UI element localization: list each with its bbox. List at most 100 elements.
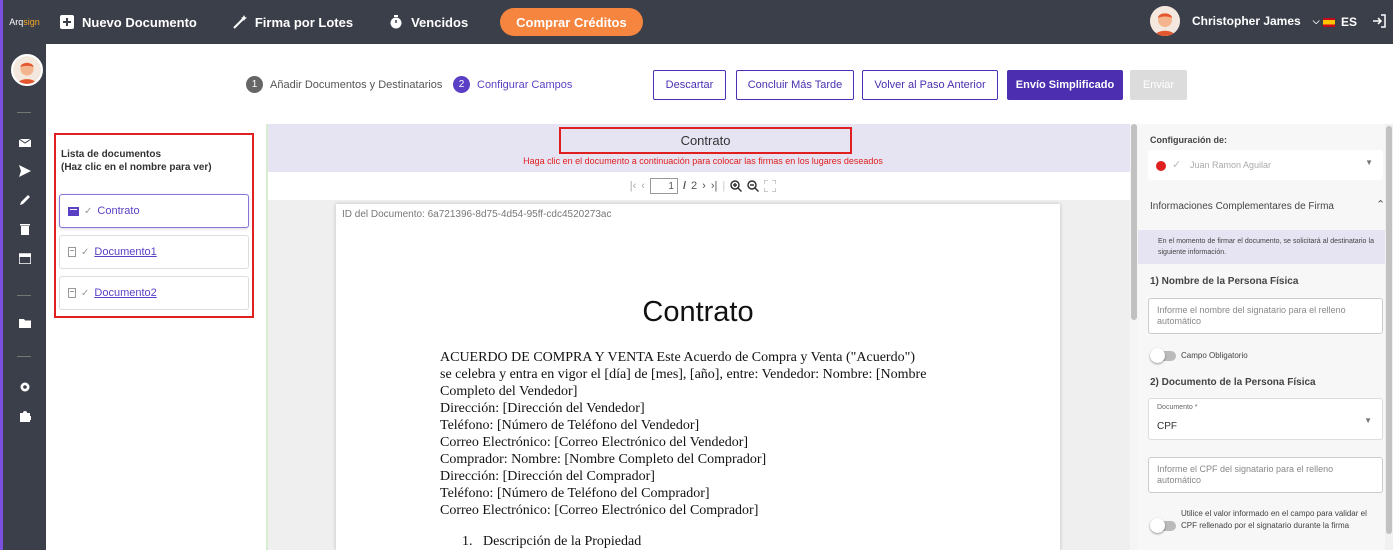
new-document-label: Nuevo Documento: [82, 14, 197, 30]
prev-page-icon[interactable]: ‹: [641, 180, 645, 192]
plus-square-icon: [60, 15, 74, 29]
info-text: En el momento de firmar el documento, se…: [1158, 238, 1374, 256]
puzzle-icon[interactable]: [19, 410, 31, 422]
batch-sign-button[interactable]: Firma por Lotes: [233, 15, 353, 30]
zoom-out-icon[interactable]: [747, 180, 760, 192]
dropdown-arrow-icon: ▼: [1364, 416, 1372, 425]
document-item-label[interactable]: Documento1: [94, 246, 156, 258]
expired-button[interactable]: Vencidos: [389, 15, 468, 30]
new-document-button[interactable]: Nuevo Documento: [60, 15, 197, 30]
body-line: Correo Electrónico: [Correo Electrónico …: [440, 435, 749, 450]
document-type-label: Documento *: [1157, 404, 1198, 411]
expired-label: Vencidos: [411, 14, 469, 30]
batch-sign-label: Firma por Lotes: [254, 14, 354, 30]
user-menu[interactable]: Christopher James ⌵: [1150, 6, 1320, 36]
step-label: Añadir Documentos y Destinatarios: [270, 78, 443, 91]
document-item-label: Contrato: [97, 205, 140, 217]
document-icon: [68, 206, 79, 216]
panel-scrollbar[interactable]: [1385, 124, 1393, 550]
viewer-scrollbar[interactable]: [1130, 124, 1138, 550]
finish-later-button[interactable]: Concluir Más Tarde: [736, 70, 854, 100]
document-list-panel: Lista de documentos (Haz clic en el nomb…: [54, 133, 254, 318]
rail-divider: [17, 295, 31, 296]
validate-label: Utilice el valor informado en el campo p…: [1181, 509, 1367, 530]
check-icon: ✓: [81, 287, 90, 299]
field2-title: 2) Documento de la Persona Física: [1150, 377, 1316, 388]
rail-divider: [17, 112, 31, 113]
document-icon: [68, 288, 76, 298]
placement-hint: Haga clic en el documento a continuación…: [523, 156, 883, 166]
simplified-send-button[interactable]: Envío Simplificado: [1007, 70, 1123, 100]
cpf-autofill-input[interactable]: Informe el CPF del signatario para el re…: [1148, 457, 1383, 493]
top-bar: Arq sign Nuevo Documento Firma por Lotes …: [0, 0, 1393, 44]
stopwatch-icon: [390, 15, 402, 29]
step-add-documents[interactable]: 1 Añadir Documentos y Destinatarios: [246, 76, 442, 93]
page-number-input[interactable]: 1: [649, 178, 678, 194]
gear-icon[interactable]: [19, 381, 31, 393]
document-item-documento2[interactable]: ✓ Documento2: [59, 276, 249, 310]
document-heading: Contrato: [642, 296, 754, 328]
document-list-title-line: Lista de documentos: [61, 149, 162, 160]
zoom-in-icon[interactable]: [730, 180, 743, 192]
trash-icon[interactable]: [19, 223, 31, 235]
info-banner: En el momento de firmar el documento, se…: [1138, 230, 1385, 264]
pen-icon[interactable]: [19, 194, 31, 206]
avatar[interactable]: [11, 54, 43, 86]
left-rail: [0, 44, 46, 550]
check-icon: ✓: [1172, 159, 1182, 171]
folder-icon[interactable]: [19, 317, 31, 329]
field1-title: 1) Nombre de la Persona Física: [1150, 276, 1299, 287]
language-selector[interactable]: ES: [1323, 15, 1357, 29]
avatar: [1150, 6, 1180, 36]
signer-name: Juan Ramon Aguilar: [1190, 160, 1272, 170]
last-page-icon[interactable]: ›|: [711, 180, 718, 192]
back-button[interactable]: Volver al Paso Anterior: [862, 70, 998, 100]
document-list-subtitle: (Haz clic en el nombre para ver): [61, 162, 212, 173]
send-icon[interactable]: [19, 165, 31, 177]
logout-icon[interactable]: [1372, 14, 1386, 28]
signer-select[interactable]: ✓ Juan Ramon Aguilar ▼: [1148, 150, 1383, 180]
config-label: Configuración de:: [1150, 135, 1227, 145]
body-line: Teléfono: [Número de Teléfono del Vended…: [440, 418, 700, 433]
document-item-contrato[interactable]: ✓ Contrato: [59, 194, 249, 228]
language-label: ES: [1341, 15, 1358, 29]
scrollbar-thumb[interactable]: [1131, 124, 1137, 320]
body-line: se celebra y entra en vigor el [día] de …: [440, 367, 927, 382]
body-line: Teléfono: [Número de Teléfono del Compra…: [440, 486, 710, 501]
buy-credits-button[interactable]: Comprar Créditos: [500, 8, 643, 36]
document-item-documento1[interactable]: ✓ Documento1: [59, 235, 249, 269]
document-type-select[interactable]: Documento * CPF ▼: [1148, 398, 1383, 440]
discard-button[interactable]: Descartar: [653, 70, 726, 100]
section-title: Informaciones Complementares de Firma: [1150, 201, 1334, 212]
first-page-icon[interactable]: |‹: [630, 180, 637, 192]
step-configure-fields[interactable]: 2 Configurar Campos: [453, 76, 572, 93]
chevron-up-icon[interactable]: ⌃: [1376, 198, 1385, 211]
page-separator: /: [682, 180, 687, 192]
validate-toggle[interactable]: [1150, 518, 1176, 533]
check-icon: ✓: [81, 246, 90, 258]
required-toggle[interactable]: [1150, 348, 1176, 363]
toolbar-divider: |: [722, 180, 726, 192]
pagination-toolbar: |‹ ‹ 1 / 2 › ›| |: [268, 172, 1138, 200]
send-button[interactable]: Enviar: [1130, 70, 1187, 100]
scrollbar-thumb[interactable]: [1386, 126, 1392, 534]
body-line: Completo del Vendedor]: [440, 384, 578, 399]
body-line: Comprador: Nombre: [Nombre Completo del …: [440, 452, 767, 467]
document-item-label[interactable]: Documento2: [94, 287, 156, 299]
fullscreen-icon[interactable]: [764, 180, 777, 192]
body-line: Correo Electrónico: [Correo Electrónico …: [440, 503, 759, 518]
required-label: Campo Obligatorio: [1181, 351, 1248, 360]
total-pages: 2: [691, 180, 698, 192]
logo-text-accent: sign: [23, 17, 40, 27]
rail-divider: [17, 356, 31, 357]
check-icon: ✓: [84, 205, 93, 217]
calendar-icon[interactable]: [19, 252, 31, 264]
next-page-icon[interactable]: ›: [702, 180, 706, 192]
app-logo[interactable]: Arq sign: [0, 0, 46, 44]
document-page[interactable]: ID del Documento: 6a721396-8d75-4d54-95f…: [336, 204, 1060, 550]
name-autofill-input[interactable]: Informe el nombre del signatario para el…: [1148, 298, 1383, 334]
mail-icon[interactable]: [19, 137, 31, 149]
document-icon: [68, 247, 76, 257]
step-number: 2: [453, 76, 470, 93]
document-list-title: Lista de documentos (Haz clic en el nomb…: [61, 148, 247, 174]
